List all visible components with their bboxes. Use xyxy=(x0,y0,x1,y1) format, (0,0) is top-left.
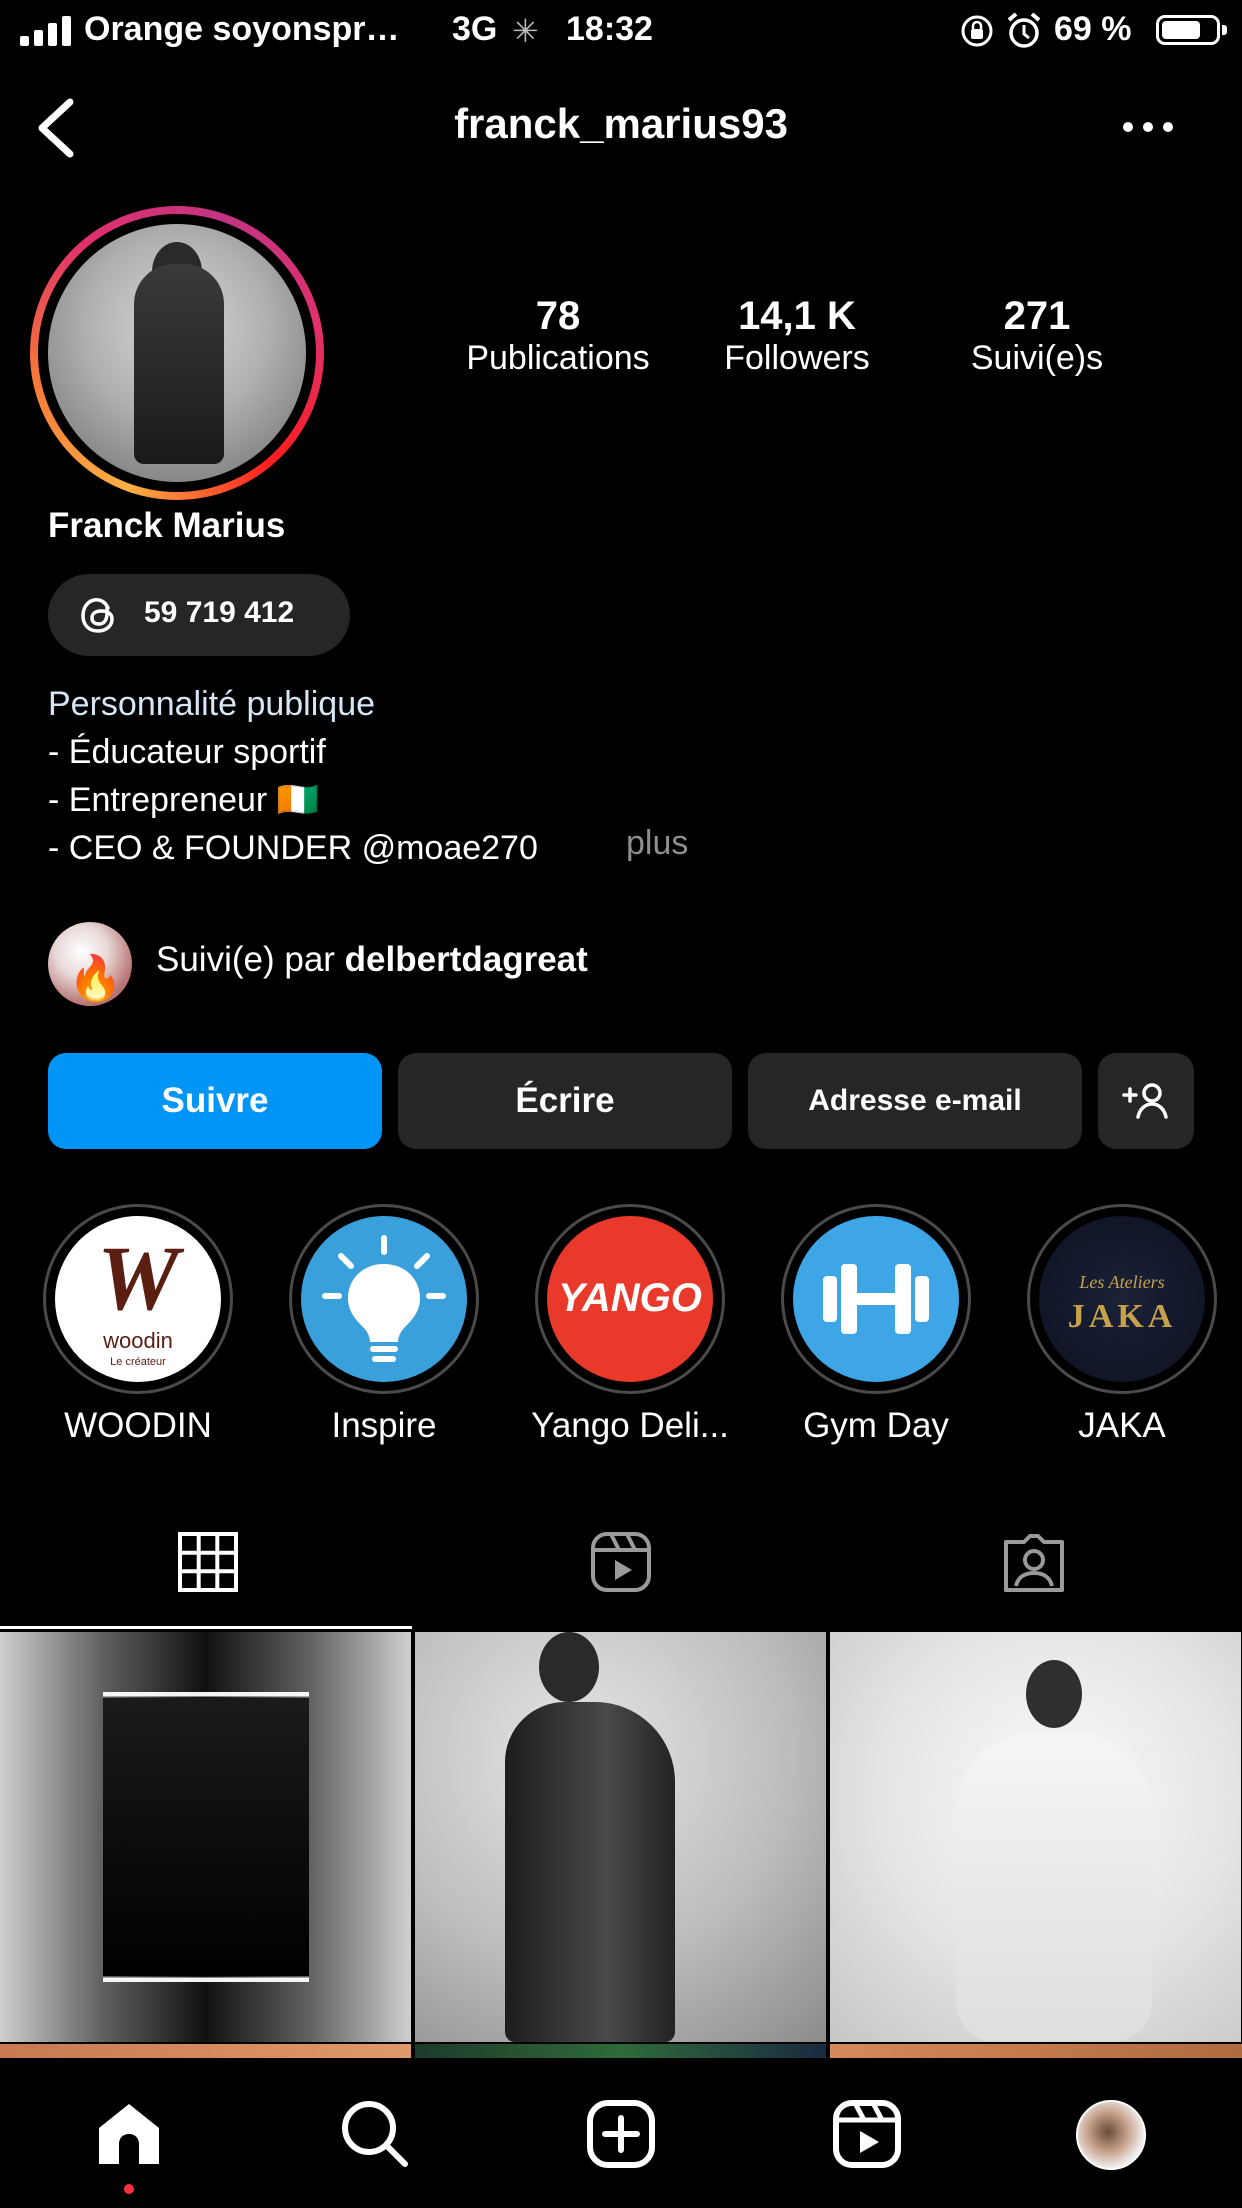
highlight-label: Yango Deli... xyxy=(531,1406,729,1445)
woodin-logo-name: woodin xyxy=(103,1328,173,1353)
jaka-logo-text: JAKA xyxy=(1067,1298,1177,1335)
highlight-gym-day[interactable] xyxy=(781,1204,971,1394)
reels-tab-icon[interactable] xyxy=(589,1530,653,1594)
carrier-name: Orange soyonspr… xyxy=(84,10,400,48)
stat-followers[interactable]: 14,1 K Followers xyxy=(677,294,917,378)
lightbulb-icon xyxy=(301,1216,467,1382)
threads-badge[interactable]: 59 719 412 xyxy=(48,574,350,656)
follow-button[interactable]: Suivre xyxy=(48,1053,382,1149)
post-thumbnail-peek xyxy=(415,2044,826,2058)
stat-publications[interactable]: 78 Publications xyxy=(438,294,678,378)
post-thumbnail-peek xyxy=(830,2044,1242,2058)
stat-label: Followers xyxy=(724,339,870,377)
woodin-logo-tagline: Le créateur xyxy=(110,1356,166,1368)
status-bar: Orange soyonspr… 3G ✳ 18:32 69 % xyxy=(0,0,1242,62)
stat-value: 14,1 K xyxy=(738,294,856,338)
yango-logo: YANGO xyxy=(547,1216,713,1382)
signal-icon xyxy=(20,16,71,46)
stat-value: 271 xyxy=(1003,294,1071,338)
notification-dot xyxy=(124,2184,134,2194)
highlight-label: Inspire xyxy=(331,1406,437,1445)
add-person-icon xyxy=(1122,1083,1168,1119)
stat-label: Publications xyxy=(466,339,650,377)
home-icon[interactable] xyxy=(93,2098,165,2170)
profile-tab-avatar[interactable] xyxy=(1076,2100,1146,2170)
rotation-lock-icon xyxy=(961,15,993,47)
post-thumbnail[interactable] xyxy=(830,1632,1241,2042)
grid-icon[interactable] xyxy=(176,1530,240,1594)
jaka-logo: Les Ateliers JAKA xyxy=(1039,1216,1205,1382)
suggest-people-button[interactable] xyxy=(1098,1053,1194,1149)
highlight-label: WOODIN xyxy=(64,1406,212,1445)
dumbbell-icon xyxy=(793,1216,959,1382)
profile-bio: Personnalité publique - Éducateur sporti… xyxy=(48,680,538,872)
highlight-inspire[interactable] xyxy=(289,1204,479,1394)
woodin-logo-mark: W xyxy=(97,1227,179,1329)
post-thumbnail-peek xyxy=(0,2044,411,2058)
create-post-icon[interactable] xyxy=(585,2098,657,2170)
woodin-logo: W woodin Le créateur xyxy=(55,1216,221,1382)
jaka-logo-tagline: Les Ateliers xyxy=(1079,1272,1165,1292)
email-button[interactable]: Adresse e-mail xyxy=(748,1053,1082,1149)
post-thumbnail[interactable] xyxy=(415,1632,826,2042)
more-options-icon[interactable] xyxy=(1120,112,1176,142)
post-thumbnail[interactable] xyxy=(0,1632,411,2042)
follower-avatar[interactable]: 🔥 xyxy=(48,922,132,1006)
search-icon[interactable] xyxy=(339,2098,411,2170)
reels-icon[interactable] xyxy=(831,2098,903,2170)
stat-label: Suivi(e)s xyxy=(970,339,1104,377)
battery-percentage: 69 % xyxy=(1054,10,1132,48)
bio-line: - Entrepreneur 🇨🇮 xyxy=(48,781,320,819)
battery-icon xyxy=(1156,15,1227,45)
threads-icon xyxy=(81,598,114,633)
bio-category: Personnalité publique xyxy=(48,685,376,723)
highlight-jaka[interactable]: Les Ateliers JAKA xyxy=(1027,1204,1217,1394)
stat-following[interactable]: 271 Suivi(e)s xyxy=(917,294,1157,378)
alarm-icon xyxy=(1007,12,1041,48)
bio-line: - CEO & FOUNDER @moae270 xyxy=(48,829,538,867)
highlight-yango[interactable]: YANGO xyxy=(535,1204,725,1394)
yango-logo-text: YANGO xyxy=(558,1276,702,1320)
network-type: 3G xyxy=(452,10,498,48)
highlight-woodin[interactable]: W woodin Le créateur xyxy=(43,1204,233,1394)
clock: 18:32 xyxy=(566,10,653,48)
bio-more-link[interactable]: plus xyxy=(626,824,688,863)
profile-username: franck_marius93 xyxy=(454,100,788,147)
message-button[interactable]: Écrire xyxy=(398,1053,732,1149)
bio-line: - Éducateur sportif xyxy=(48,733,326,771)
followed-by-text[interactable]: Suivi(e) par delbertdagreat xyxy=(156,940,588,980)
active-tab-indicator xyxy=(0,1626,412,1629)
profile-full-name: Franck Marius xyxy=(48,506,286,545)
highlight-label: JAKA xyxy=(1078,1406,1166,1445)
highlight-label: Gym Day xyxy=(803,1406,949,1445)
threads-count: 59 719 412 xyxy=(144,596,295,629)
followed-by-user: delbertdagreat xyxy=(344,940,588,979)
followed-by-prefix: Suivi(e) par xyxy=(156,940,345,979)
avatar-photo xyxy=(48,224,306,482)
stat-value: 78 xyxy=(535,294,581,338)
profile-avatar[interactable] xyxy=(30,206,324,500)
loading-icon: ✳ xyxy=(512,13,539,49)
tagged-icon[interactable] xyxy=(1002,1530,1066,1594)
